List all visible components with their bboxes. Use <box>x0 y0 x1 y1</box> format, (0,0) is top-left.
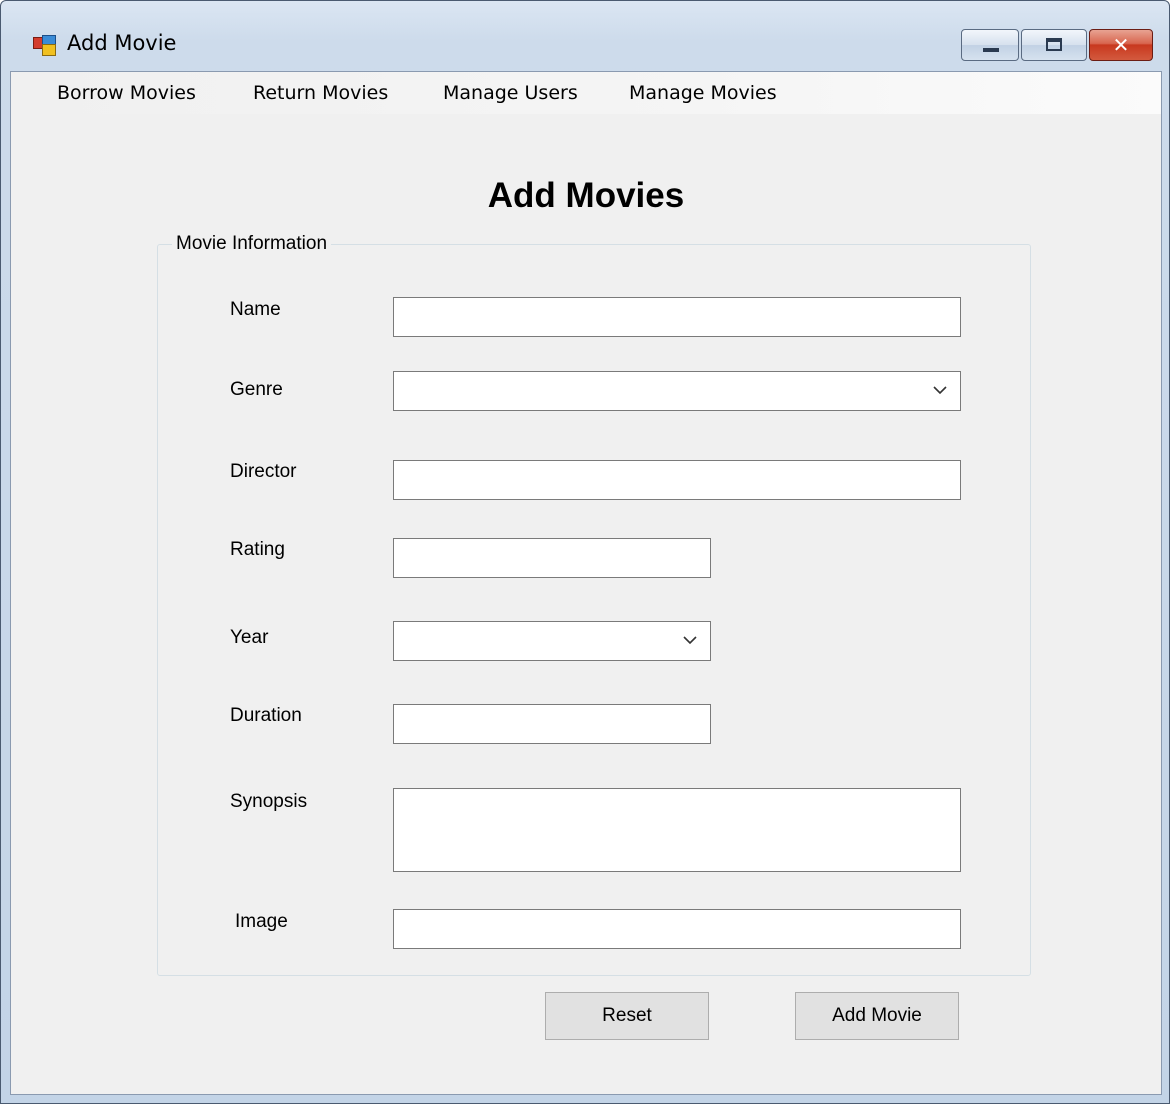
duration-input[interactable] <box>393 704 711 744</box>
image-input[interactable] <box>393 909 961 949</box>
maximize-icon <box>1046 38 1062 51</box>
chevron-down-icon[interactable] <box>932 385 948 395</box>
reset-button[interactable]: Reset <box>545 992 709 1040</box>
app-form-icon <box>33 35 56 56</box>
rating-input[interactable] <box>393 538 711 578</box>
synopsis-textarea[interactable] <box>393 788 961 872</box>
menu-manage-users[interactable]: Manage Users <box>443 78 578 108</box>
director-label: Director <box>230 461 297 482</box>
duration-label: Duration <box>230 705 302 726</box>
client-area: Borrow Movies Return Movies Manage Users… <box>10 71 1162 1095</box>
menu-manage-movies[interactable]: Manage Movies <box>629 78 777 108</box>
genre-combobox[interactable] <box>393 371 961 411</box>
synopsis-label: Synopsis <box>230 791 308 812</box>
menu-bar: Borrow Movies Return Movies Manage Users… <box>11 72 1161 114</box>
year-combobox[interactable] <box>393 621 711 661</box>
window-title: Add Movie <box>67 31 177 55</box>
page-title: Add Movies <box>487 176 685 215</box>
title-bar[interactable]: Add Movie ✕ <box>1 1 1169 71</box>
minimize-icon <box>983 48 999 52</box>
app-window: Add Movie ✕ Borrow Movies Return Movies … <box>0 0 1170 1104</box>
close-icon: ✕ <box>1112 33 1130 57</box>
menu-return-movies[interactable]: Return Movies <box>253 78 388 108</box>
director-input[interactable] <box>393 460 961 500</box>
movie-information-group: Movie Information Name Genre Director Ra… <box>157 233 1031 976</box>
year-label: Year <box>230 627 269 648</box>
genre-label: Genre <box>230 379 283 400</box>
group-title: Movie Information <box>172 233 332 255</box>
rating-label: Rating <box>230 539 285 560</box>
chevron-down-icon[interactable] <box>682 635 698 645</box>
maximize-button[interactable] <box>1021 29 1087 61</box>
name-label: Name <box>230 299 281 320</box>
minimize-button[interactable] <box>961 29 1019 61</box>
close-button[interactable]: ✕ <box>1089 29 1153 61</box>
menu-borrow-movies[interactable]: Borrow Movies <box>57 78 196 108</box>
add-movie-button[interactable]: Add Movie <box>795 992 959 1040</box>
image-label: Image <box>235 911 288 932</box>
name-input[interactable] <box>393 297 961 337</box>
